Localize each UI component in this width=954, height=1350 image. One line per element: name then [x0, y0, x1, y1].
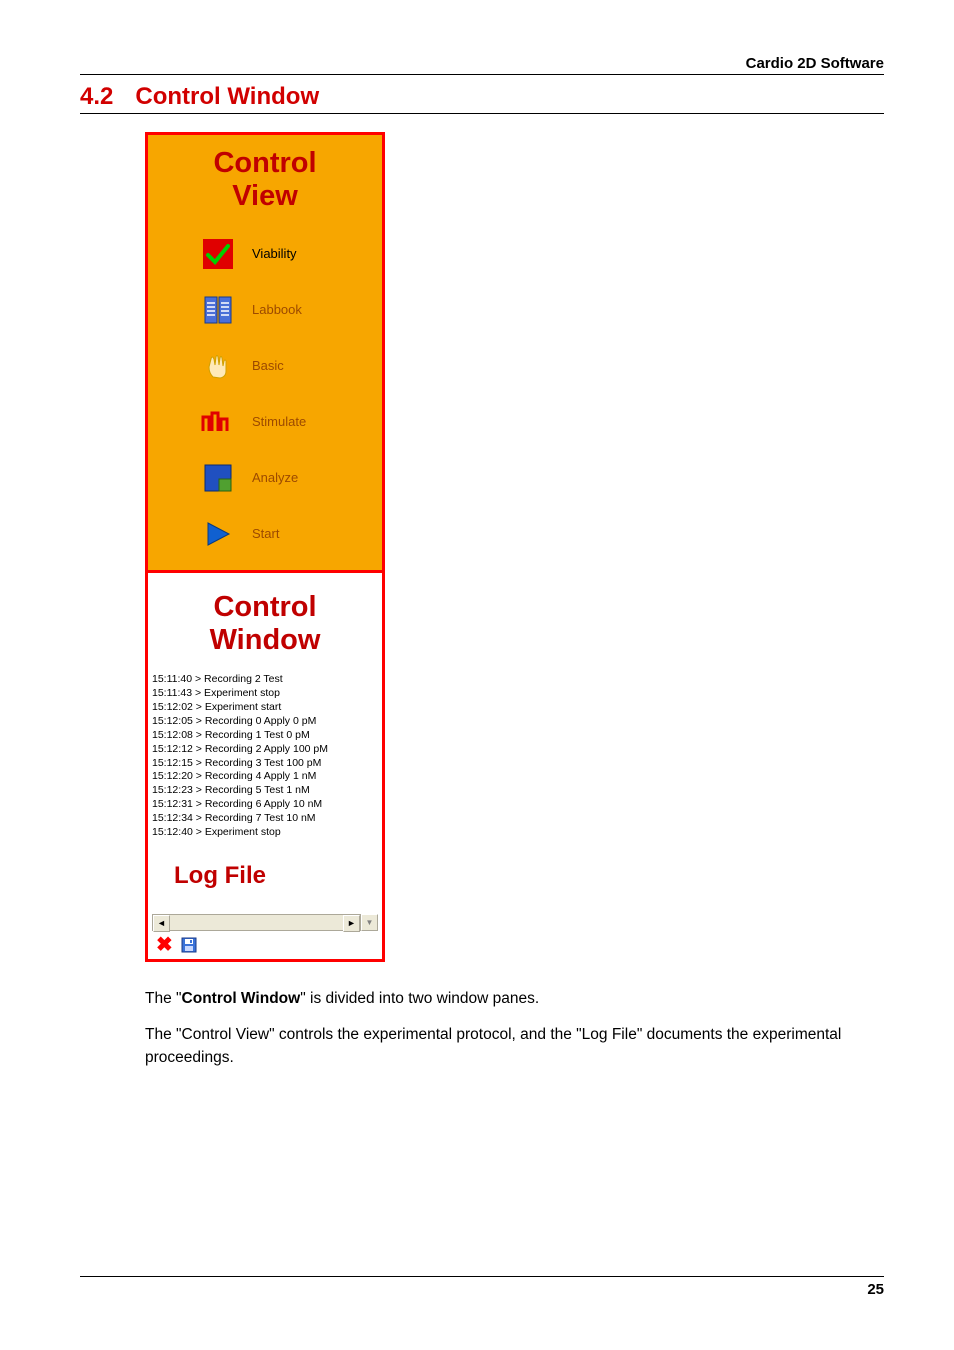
stimulate-button[interactable]: Stimulate — [148, 394, 382, 450]
section-number: 4.2 — [80, 83, 113, 111]
p1-bold: Control Window — [182, 990, 301, 1007]
right-arrow-icon: ► — [347, 918, 356, 928]
stimulate-icon — [200, 404, 236, 440]
p1-pre: The " — [145, 990, 182, 1007]
log-line: 15:12:02 > Experiment start — [152, 701, 378, 715]
control-view-items: Viability — [148, 222, 382, 570]
scroll-track[interactable] — [170, 915, 343, 930]
analyze-label: Analyze — [252, 470, 298, 485]
section-heading: 4.2 Control Window — [80, 83, 884, 114]
check-icon — [200, 236, 236, 272]
start-button[interactable]: Start — [148, 506, 382, 562]
cw-title-line1: Control — [213, 591, 316, 623]
start-label: Start — [252, 526, 279, 541]
log-line: 15:12:08 > Recording 1 Test 0 pM — [152, 729, 378, 743]
paragraph-1: The "Control Window" is divided into two… — [145, 988, 884, 1010]
control-window-figure: Control View Viability — [145, 132, 385, 962]
play-icon — [200, 516, 236, 552]
log-line: 15:12:12 > Recording 2 Apply 100 pM — [152, 743, 378, 757]
horizontal-scrollbar[interactable]: ◄ ► ▼ — [152, 914, 378, 931]
scroll-down-button[interactable]: ▼ — [361, 914, 378, 931]
log-file-title: Log File — [174, 862, 378, 890]
close-icon[interactable]: ✖ — [156, 935, 173, 955]
page-header: Cardio 2D Software — [80, 55, 884, 75]
control-view-title: Control View — [213, 147, 316, 214]
page-number: 25 — [867, 1281, 884, 1298]
log-area: 15:11:40 > Recording 2 Test 15:11:43 > E… — [148, 671, 382, 958]
section-title: Control Window — [135, 83, 319, 111]
labbook-label: Labbook — [252, 302, 302, 317]
down-arrow-icon: ▼ — [366, 918, 374, 927]
log-line: 15:12:20 > Recording 4 Apply 1 nM — [152, 770, 378, 784]
basic-button[interactable]: Basic — [148, 338, 382, 394]
page-footer: 25 — [80, 1276, 884, 1298]
labbook-icon — [200, 292, 236, 328]
log-lines-container: 15:11:40 > Recording 2 Test 15:11:43 > E… — [152, 673, 378, 839]
figure-wrapper: Control View Viability — [145, 132, 884, 962]
hand-icon — [200, 348, 236, 384]
log-line: 15:12:23 > Recording 5 Test 1 nM — [152, 784, 378, 798]
p1-post: " is divided into two window panes. — [300, 990, 539, 1007]
control-window-title: Control Window — [148, 589, 382, 660]
log-line: 15:11:40 > Recording 2 Test — [152, 673, 378, 687]
log-toolbar: ✖ — [152, 931, 378, 959]
log-line: 15:12:40 > Experiment stop — [152, 826, 378, 840]
stimulate-label: Stimulate — [252, 414, 306, 429]
log-line: 15:11:43 > Experiment stop — [152, 687, 378, 701]
viability-label: Viability — [252, 246, 297, 261]
log-line: 15:12:34 > Recording 7 Test 10 nM — [152, 812, 378, 826]
scroll-right-button[interactable]: ► — [343, 915, 360, 932]
scroll-left-button[interactable]: ◄ — [153, 915, 170, 932]
basic-label: Basic — [252, 358, 284, 373]
analyze-icon — [200, 460, 236, 496]
paragraph-2: The "Control View" controls the experime… — [145, 1024, 884, 1069]
left-arrow-icon: ◄ — [157, 918, 166, 928]
header-right-text: Cardio 2D Software — [746, 55, 884, 72]
control-window-label-area: Control Window — [148, 570, 382, 672]
log-line: 15:12:05 > Recording 0 Apply 0 pM — [152, 715, 378, 729]
cv-title-line2: View — [232, 180, 298, 212]
cw-title-line2: Window — [210, 624, 321, 656]
log-line: 15:12:31 > Recording 6 Apply 10 nM — [152, 798, 378, 812]
save-icon[interactable] — [181, 937, 197, 953]
analyze-button[interactable]: Analyze — [148, 450, 382, 506]
cv-title-line1: Control — [213, 147, 316, 179]
log-line: 15:12:15 > Recording 3 Test 100 pM — [152, 757, 378, 771]
labbook-button[interactable]: Labbook — [148, 282, 382, 338]
viability-button[interactable]: Viability — [148, 226, 382, 282]
